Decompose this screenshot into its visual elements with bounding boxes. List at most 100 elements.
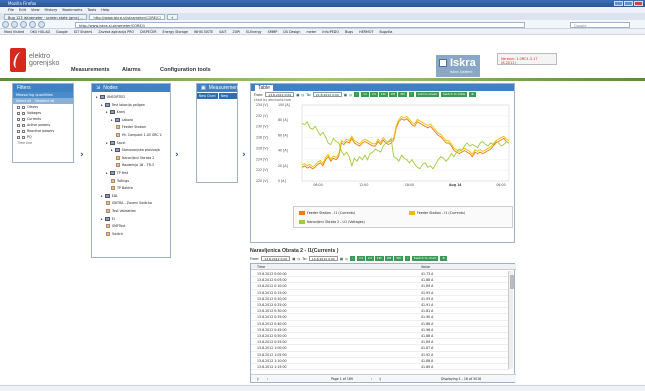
range-3M-button[interactable]: 3M [398, 92, 407, 97]
range-next-button[interactable]: › [408, 92, 414, 97]
range-1d-button[interactable]: 1d [357, 256, 365, 261]
legend-item[interactable]: Naravljeni Obrata 2 - U1 (Voltages) [299, 220, 365, 224]
tree-node[interactable]: Switch [106, 231, 123, 236]
forward-icon[interactable] [11, 20, 18, 28]
add-to-sheet-button[interactable]: Add to sheet [415, 92, 439, 97]
settings-icon[interactable]: ⚙ [469, 92, 476, 97]
menu-item-edit[interactable]: Edit [19, 8, 26, 12]
tree-node[interactable]: Naravljeni Obrata 2 [116, 155, 154, 160]
checkbox[interactable] [22, 117, 25, 121]
bookmark-item[interactable]: Google [56, 30, 68, 34]
bookmark-item[interactable]: DS Design [283, 30, 300, 34]
range-2M-button[interactable]: 2M [388, 92, 398, 97]
expand-arrow-icon[interactable]: › [242, 150, 246, 160]
tree-node[interactable]: ISKTRA - Zaveni Switcha [106, 201, 152, 206]
menu-item-file[interactable]: File [8, 8, 14, 12]
new-table-button[interactable]: New Table [219, 93, 237, 104]
switch-to-table-button[interactable]: Switch to table [440, 92, 468, 97]
table-scrollbar[interactable] [508, 271, 514, 369]
switch-to-chart-button[interactable]: Switch to chart [411, 256, 439, 261]
tree-expand-icon[interactable]: ▸ [101, 217, 103, 221]
legend-item[interactable]: Feeder Station - I1 (Currents) [409, 211, 465, 215]
bookmark-item[interactable]: Bugzilla [379, 30, 392, 34]
bookmark-item[interactable]: Info:PEDO [322, 30, 339, 34]
clock-icon[interactable]: ◷ [297, 257, 300, 261]
bookmark-item[interactable]: IGT Sistemi [74, 30, 93, 34]
bookmark-item[interactable]: SMMP [268, 30, 278, 34]
bookmark-item[interactable]: ELEnergy [246, 30, 261, 34]
bookmark-item[interactable]: Zaveza aginacija PRO [98, 30, 134, 34]
home-icon[interactable] [38, 20, 45, 28]
menu-item-bookmarks[interactable]: Bookmarks [62, 8, 82, 12]
expand-icon[interactable] [17, 123, 20, 127]
bookmark-item[interactable]: HERMOT [359, 30, 373, 34]
menu-item-history[interactable]: History [45, 8, 58, 12]
expand-icon[interactable] [17, 111, 20, 115]
bookmark-item[interactable]: DISPEČER [140, 30, 156, 34]
close-button[interactable] [634, 1, 643, 6]
last-page-icon[interactable]: ›| [379, 377, 381, 381]
tree-expand-icon[interactable]: ▸ [111, 148, 113, 152]
calendar-icon[interactable]: ▦ [296, 93, 299, 97]
new-tab-button[interactable]: + [166, 13, 178, 20]
range-1d-button[interactable]: 1d [361, 92, 369, 97]
settings-icon[interactable]: ⚙ [440, 256, 448, 261]
nav-measurements[interactable]: Measurements [71, 67, 110, 73]
tree-node[interactable]: ▸ EDL [101, 193, 118, 198]
expand-icon[interactable] [17, 117, 20, 121]
menu-item-view[interactable]: View [31, 8, 40, 12]
tree-node[interactable]: ▸ Stanovanjska proizvaja [111, 148, 160, 153]
checkbox[interactable] [22, 123, 25, 127]
bookmark-item[interactable]: SAIT [219, 30, 226, 34]
checkbox[interactable] [22, 129, 25, 133]
range-1W-button[interactable]: 1W [374, 256, 384, 261]
nav-alarms[interactable]: Alarms [122, 67, 141, 73]
expand-arrow-icon[interactable]: › [175, 150, 179, 160]
nav-configuration-tools[interactable]: Configuration tools [160, 67, 211, 73]
select-all-link[interactable]: Select all [16, 99, 31, 103]
chart-tab[interactable]: Table [255, 84, 273, 91]
clock-icon[interactable]: ◷ [349, 93, 352, 97]
range-2d-button[interactable]: 2d [365, 256, 374, 261]
tree-expand-icon[interactable]: ▸ [106, 171, 108, 175]
tree-node[interactable]: TP Baktre [111, 186, 133, 191]
calendar-icon[interactable]: ▦ [292, 257, 295, 261]
filters-footer[interactable]: Time line [13, 140, 73, 146]
tree-node[interactable]: Ht. Compact 1.05 SRC 2 [116, 133, 162, 137]
expand-icon[interactable] [17, 105, 20, 109]
bookmark-item[interactable]: Energy Storage [163, 30, 189, 34]
checkbox[interactable] [22, 111, 25, 115]
tree-expand-icon[interactable]: ▸ [101, 194, 103, 198]
tree-node[interactable]: ▸ EI [101, 216, 115, 221]
from-date-input[interactable]: 13.8.2012 0:00 [265, 92, 295, 97]
tree-node[interactable]: Tollings [111, 178, 129, 183]
tree-node[interactable]: Test Validation [106, 209, 136, 213]
search-input[interactable]: Google [570, 21, 630, 28]
legend-item[interactable]: Feeder Station - I1 (Currents) [299, 211, 355, 215]
prev-page-icon[interactable]: ‹ [267, 377, 268, 381]
range-3M-button[interactable]: 3M [394, 256, 403, 261]
tree-expand-icon[interactable]: ▸ [101, 103, 103, 107]
tree-node[interactable]: ▸ UNSORTED [96, 95, 125, 99]
range-next-button[interactable]: › [404, 256, 410, 261]
tree-expand-icon[interactable]: ▸ [106, 141, 108, 145]
clock-icon[interactable]: ◷ [301, 93, 304, 97]
tree-node[interactable]: ▸ TP test [106, 171, 128, 175]
back-icon[interactable] [2, 20, 9, 28]
bookmark-item[interactable]: Most Visited [4, 30, 24, 34]
url-bar[interactable]: http://www.iskra-si.skrameter/CORE/1 [75, 21, 525, 28]
to-date-input[interactable]: 14.8.2012 0:00 [308, 256, 338, 261]
range-1W-button[interactable]: 1W [378, 92, 388, 97]
range-prev-button[interactable]: ‹ [353, 92, 360, 97]
tree-node[interactable]: SMFTest [106, 224, 125, 229]
reload-icon[interactable] [20, 20, 27, 28]
scrollbar-thumb[interactable] [509, 275, 514, 289]
tree-expand-icon[interactable]: ▸ [111, 118, 113, 122]
expand-icon[interactable] [17, 135, 20, 139]
tree-node[interactable]: Razdelnja 16 - TR-3 [116, 163, 154, 168]
calendar-icon[interactable]: ▦ [344, 93, 347, 97]
tree-expand-icon[interactable]: ▸ [96, 95, 98, 99]
tree-node[interactable]: ▸ Kranj [106, 110, 125, 115]
table-row[interactable]: 13.8.2012 1:15:00 41.89 A [251, 364, 509, 371]
tree-expand-icon[interactable]: ▸ [106, 110, 108, 114]
